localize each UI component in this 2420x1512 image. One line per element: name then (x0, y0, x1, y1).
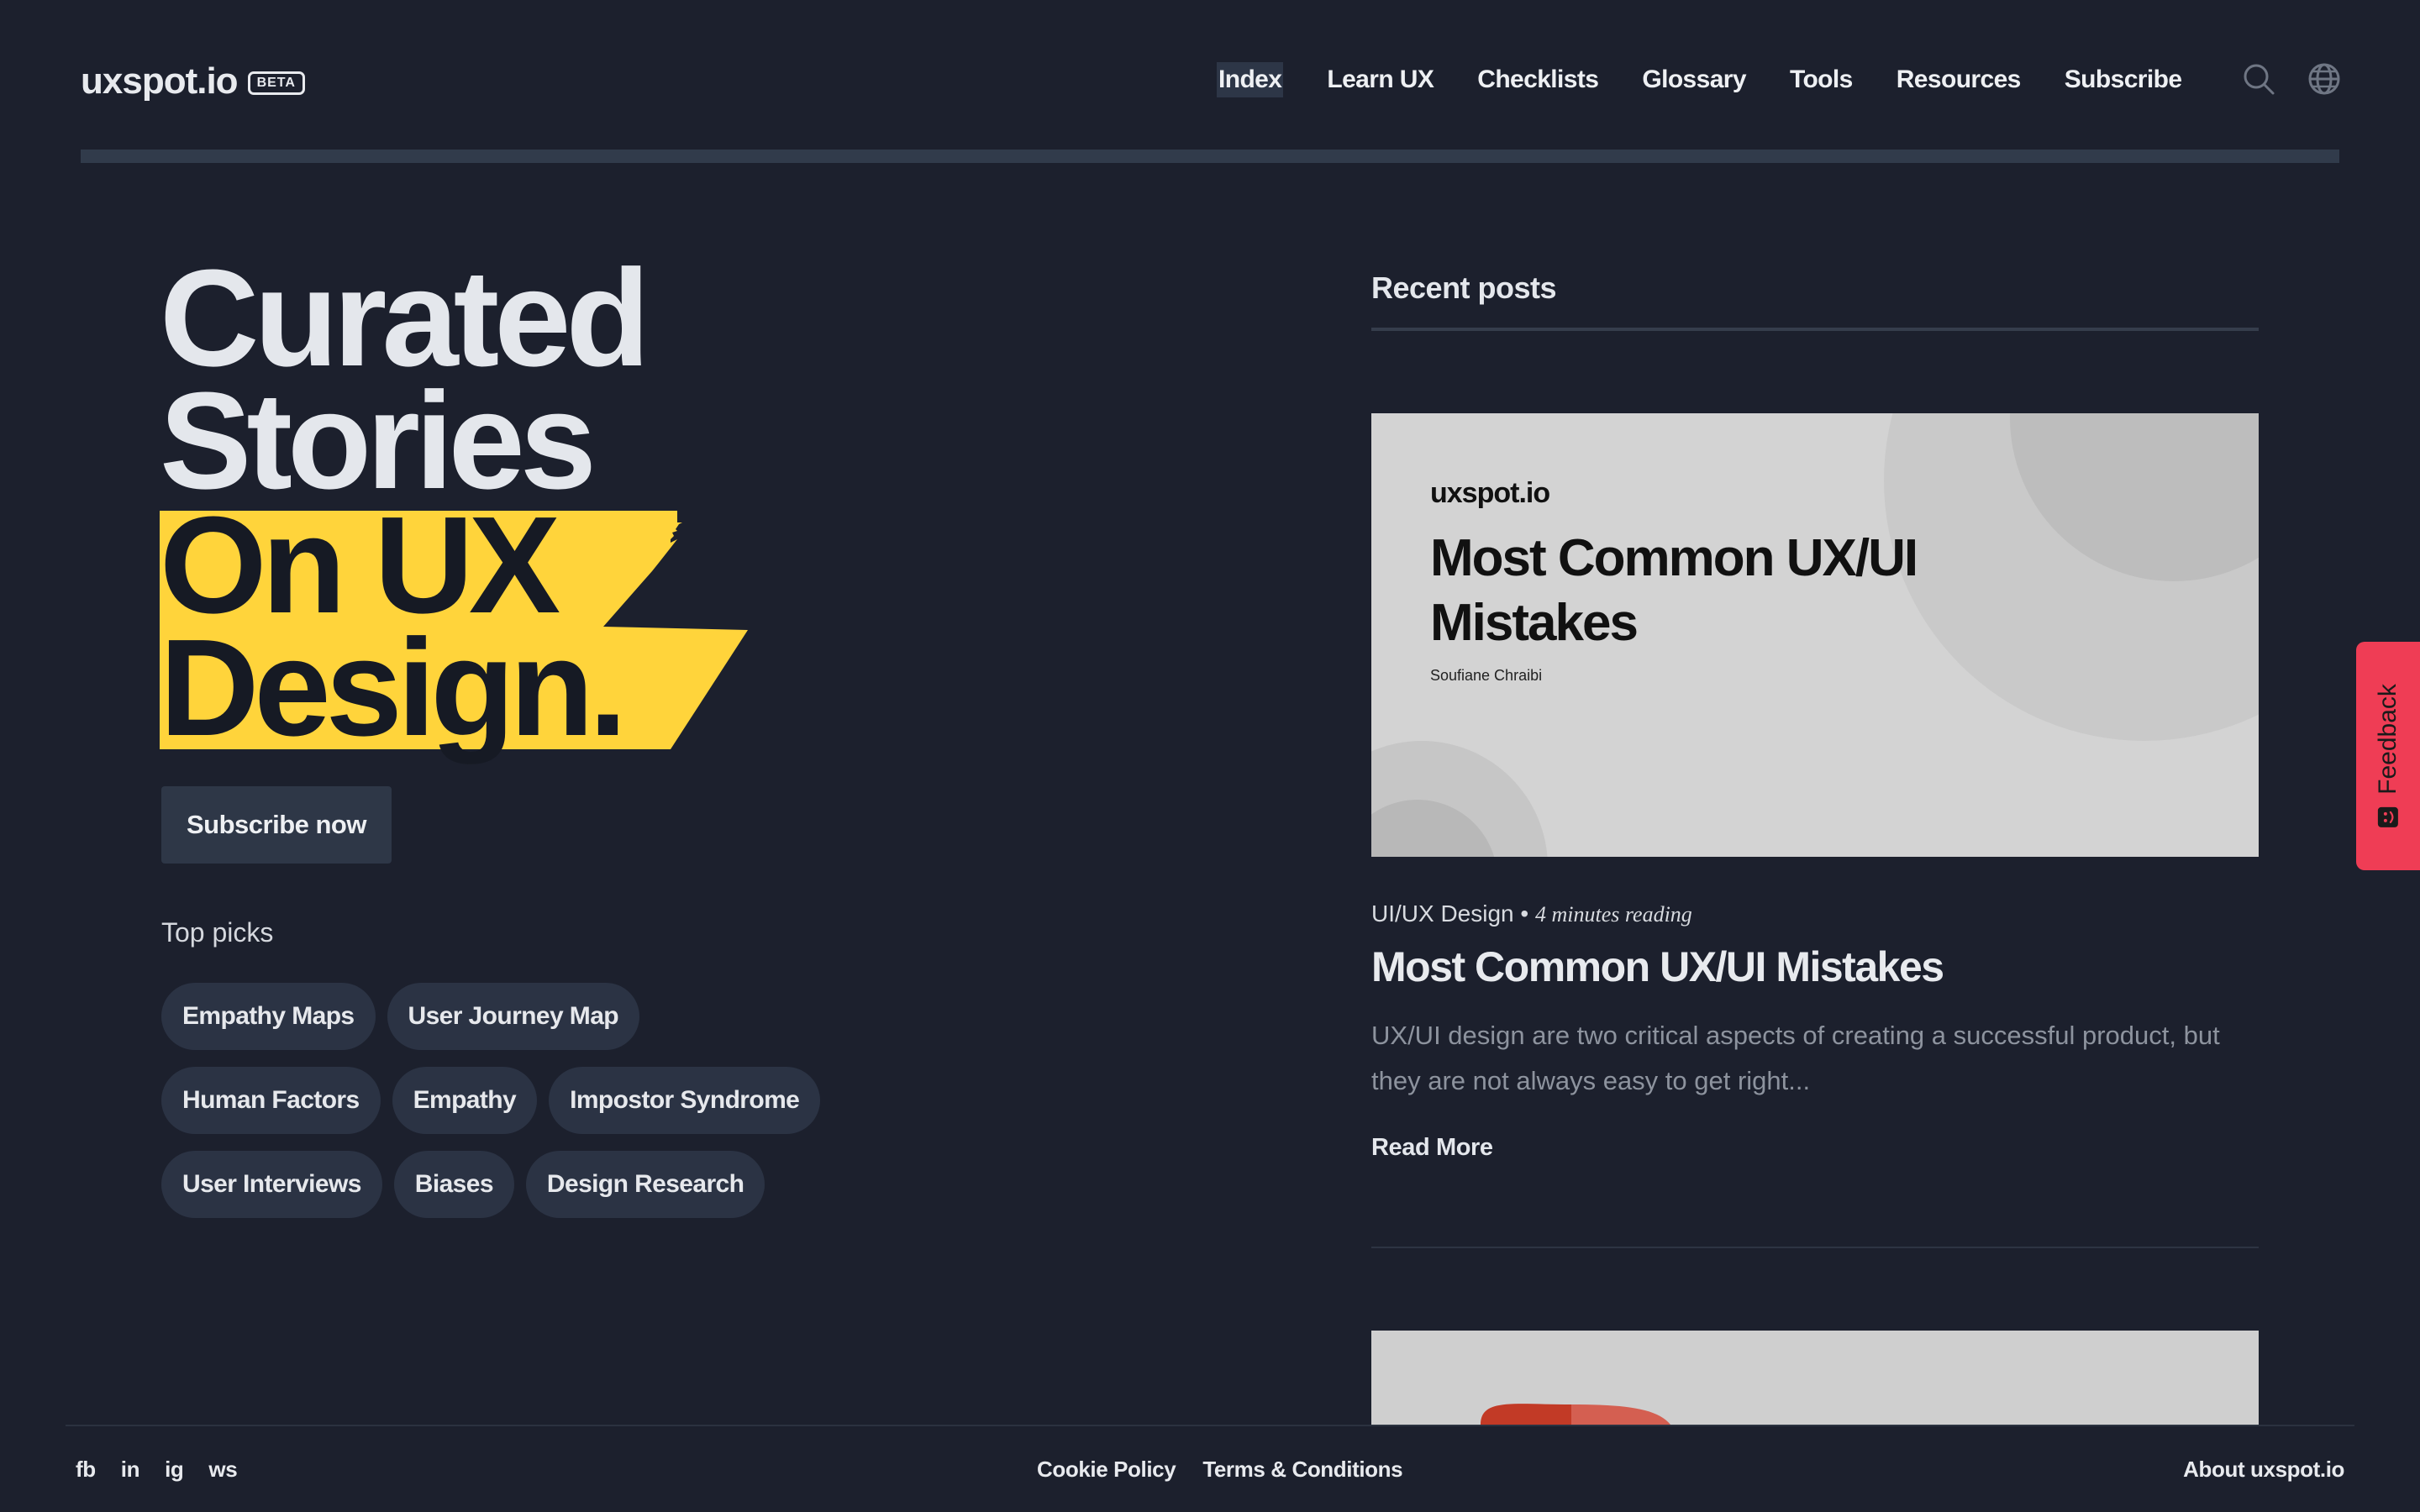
hero: Curated Stories On UX Design. (160, 241, 966, 764)
footer-legal-links: Cookie Policy Terms & Conditions (1037, 1457, 1403, 1483)
beta-badge: BETA (247, 71, 305, 95)
cookie-policy-link[interactable]: Cookie Policy (1037, 1457, 1176, 1483)
hero-highlight-line-1: On UX (160, 488, 560, 642)
feedback-tab-content: Feedback (2374, 684, 2402, 828)
post-thumbnail[interactable]: uxspot.io Most Common UX/UI Mistakes Sou… (1371, 413, 2259, 857)
post-meta: UI/UX Design • 4 minutes reading (1371, 900, 1692, 927)
tag-human-factors[interactable]: Human Factors (161, 1067, 381, 1134)
tag-row: Empathy Maps User Journey Map (161, 983, 918, 1050)
post-divider (1371, 1247, 2259, 1248)
nav-item-subscribe[interactable]: Subscribe (2065, 62, 2182, 97)
recent-posts-divider (1371, 328, 2259, 331)
hero-line-1: Curated (160, 241, 650, 395)
hero-highlight: On UX Design. (160, 488, 832, 764)
social-link-linkedin[interactable]: in (121, 1457, 140, 1483)
thumbnail-author: Soufiane Chraibi (1430, 667, 1543, 684)
social-link-facebook[interactable]: fb (76, 1457, 96, 1483)
tag-design-research[interactable]: Design Research (525, 1151, 765, 1218)
meta-separator: • (1520, 900, 1535, 927)
tag-impostor-syndrome[interactable]: Impostor Syndrome (549, 1067, 821, 1134)
nav-item-learn-ux[interactable]: Learn UX (1327, 62, 1434, 97)
thumbnail-title: Most Common UX/UI Mistakes (1430, 529, 1918, 652)
footer-divider (66, 1425, 2354, 1426)
search-icon[interactable] (2242, 62, 2275, 96)
tag-empathy-maps[interactable]: Empathy Maps (161, 983, 376, 1050)
post-category[interactable]: UI/UX Design (1371, 900, 1514, 927)
terms-conditions-link[interactable]: Terms & Conditions (1202, 1457, 1402, 1483)
tag-biases[interactable]: Biases (393, 1151, 514, 1218)
header-icons (2242, 62, 2341, 96)
nav-item-resources[interactable]: Resources (1897, 62, 2022, 97)
tag-empathy[interactable]: Empathy (392, 1067, 538, 1134)
reading-progress-bar (81, 150, 2339, 163)
tag-row: Human Factors Empathy Impostor Syndrome (161, 1067, 918, 1134)
tag-user-interviews[interactable]: User Interviews (161, 1151, 382, 1218)
smiley-icon (2378, 806, 2398, 827)
logo-text: uxspot.io (81, 60, 239, 102)
nav-item-glossary[interactable]: Glossary (1642, 62, 1746, 97)
social-link-instagram[interactable]: ig (165, 1457, 184, 1483)
about-link[interactable]: About uxspot.io (2183, 1457, 2344, 1483)
top-picks-tags: Empathy Maps User Journey Map Human Fact… (161, 983, 918, 1235)
tag-row: User Interviews Biases Design Research (161, 1151, 918, 1218)
post-excerpt: UX/UI design are two critical aspects of… (1371, 1021, 2220, 1095)
post-reading-time: 4 minutes reading (1535, 902, 1692, 927)
tag-user-journey-map[interactable]: User Journey Map (387, 983, 639, 1050)
hero-line-2: Stories (160, 364, 597, 517)
thumbnail-brand: uxspot.io (1430, 477, 1550, 509)
recent-posts-heading: Recent posts (1371, 270, 1557, 305)
nav-item-tools[interactable]: Tools (1790, 62, 1853, 97)
feedback-tab[interactable]: Feedback (2356, 642, 2420, 870)
page: uxspot.io BETA Index Learn UX Checklists… (0, 0, 2420, 1512)
hero-highlight-line-2: Design. (160, 611, 627, 764)
social-link-whatsapp[interactable]: ws (208, 1457, 237, 1483)
post-title[interactable]: Most Common UX/UI Mistakes (1371, 942, 1944, 991)
feedback-label: Feedback (2374, 684, 2402, 795)
post-thumbnail[interactable] (1371, 1331, 2259, 1425)
nav-item-index[interactable]: Index (1217, 62, 1284, 97)
thumbnail-decor-shape (1481, 1404, 1670, 1425)
nav-item-checklists[interactable]: Checklists (1477, 62, 1599, 97)
site-logo[interactable]: uxspot.io BETA (81, 60, 305, 102)
subscribe-now-button[interactable]: Subscribe now (161, 786, 392, 864)
footer-social-links: fb in ig ws (76, 1457, 238, 1483)
top-picks-label: Top picks (161, 917, 274, 948)
read-more-link[interactable]: Read More (1371, 1134, 1493, 1162)
globe-icon[interactable] (2307, 62, 2341, 96)
main-nav: Index Learn UX Checklists Glossary Tools… (1217, 60, 2225, 99)
